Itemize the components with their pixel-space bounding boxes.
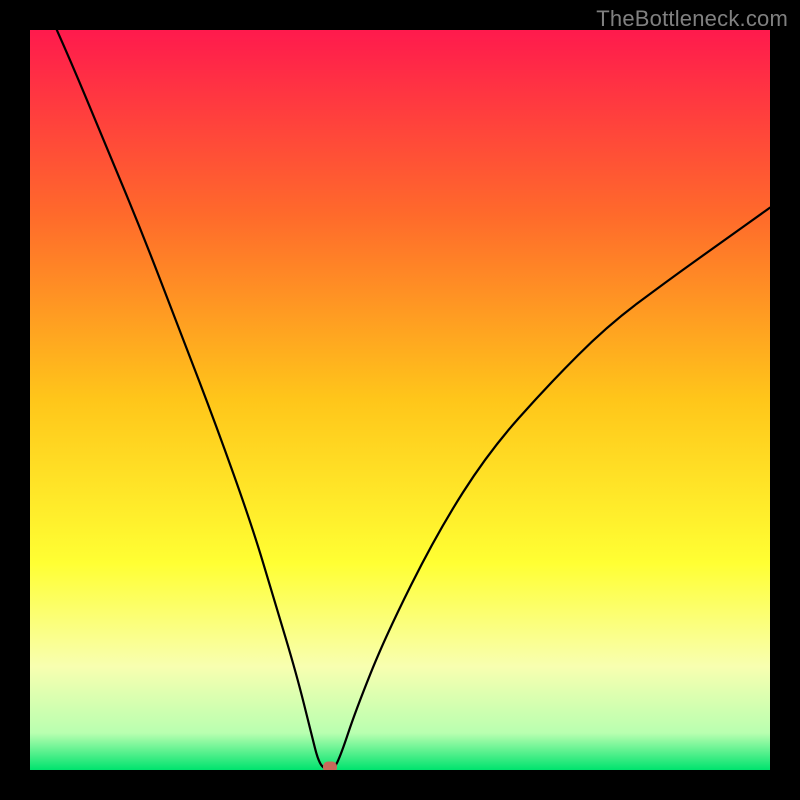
watermark-text: TheBottleneck.com <box>596 6 788 32</box>
optimal-marker-dot <box>323 762 337 771</box>
plot-area <box>30 30 770 770</box>
chart-frame: TheBottleneck.com <box>0 0 800 800</box>
heat-gradient <box>30 30 770 770</box>
